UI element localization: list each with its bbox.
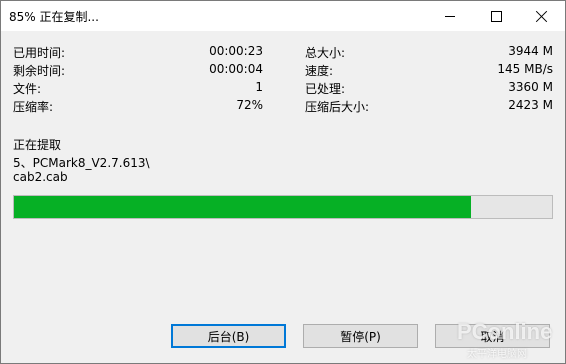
files-value: 1: [255, 80, 263, 94]
watermark-logo: PConline: [457, 319, 553, 344]
status-action: 正在提取: [13, 138, 62, 152]
total-size-value: 3944 M: [508, 44, 553, 58]
current-path: 5、PCMark8_V2.7.613\: [13, 156, 150, 170]
pause-button[interactable]: 暂停(P): [303, 324, 418, 348]
copy-progress-window: 85% 正在复制... 已用时间: 00:00:23 剩余时间: 00:00:0…: [0, 0, 566, 364]
background-button[interactable]: 后台(B): [171, 324, 286, 348]
title-bar[interactable]: 85% 正在复制...: [1, 1, 565, 31]
processed-label: 已处理:: [305, 82, 346, 96]
compressed-size-label: 压缩后大小:: [305, 100, 370, 114]
compression-ratio-label: 压缩率:: [13, 100, 54, 114]
remaining-time-label: 剩余时间:: [13, 64, 66, 78]
processed-value: 3360 M: [508, 80, 553, 94]
remaining-time-value: 00:00:04: [209, 62, 263, 76]
maximize-button[interactable]: [473, 1, 519, 31]
progress-fill: [14, 196, 472, 218]
maximize-icon: [490, 10, 502, 22]
speed-value: 145 MB/s: [497, 62, 553, 76]
total-size-label: 总大小:: [305, 46, 346, 60]
files-label: 文件:: [13, 82, 42, 96]
progress-bar: [13, 195, 553, 219]
watermark-subtitle: 太平洋电脑网: [467, 349, 527, 360]
compression-ratio-value: 72%: [236, 98, 263, 112]
elapsed-time-value: 00:00:23: [209, 44, 263, 58]
current-file: cab2.cab: [13, 170, 68, 184]
elapsed-time-label: 已用时间:: [13, 46, 66, 60]
speed-label: 速度:: [305, 64, 334, 78]
close-icon: [536, 10, 548, 22]
minimize-button[interactable]: [427, 1, 473, 31]
compressed-size-value: 2423 M: [508, 98, 553, 112]
window-title: 85% 正在复制...: [9, 10, 99, 24]
minimize-icon: [445, 15, 455, 17]
close-button[interactable]: [519, 1, 565, 31]
